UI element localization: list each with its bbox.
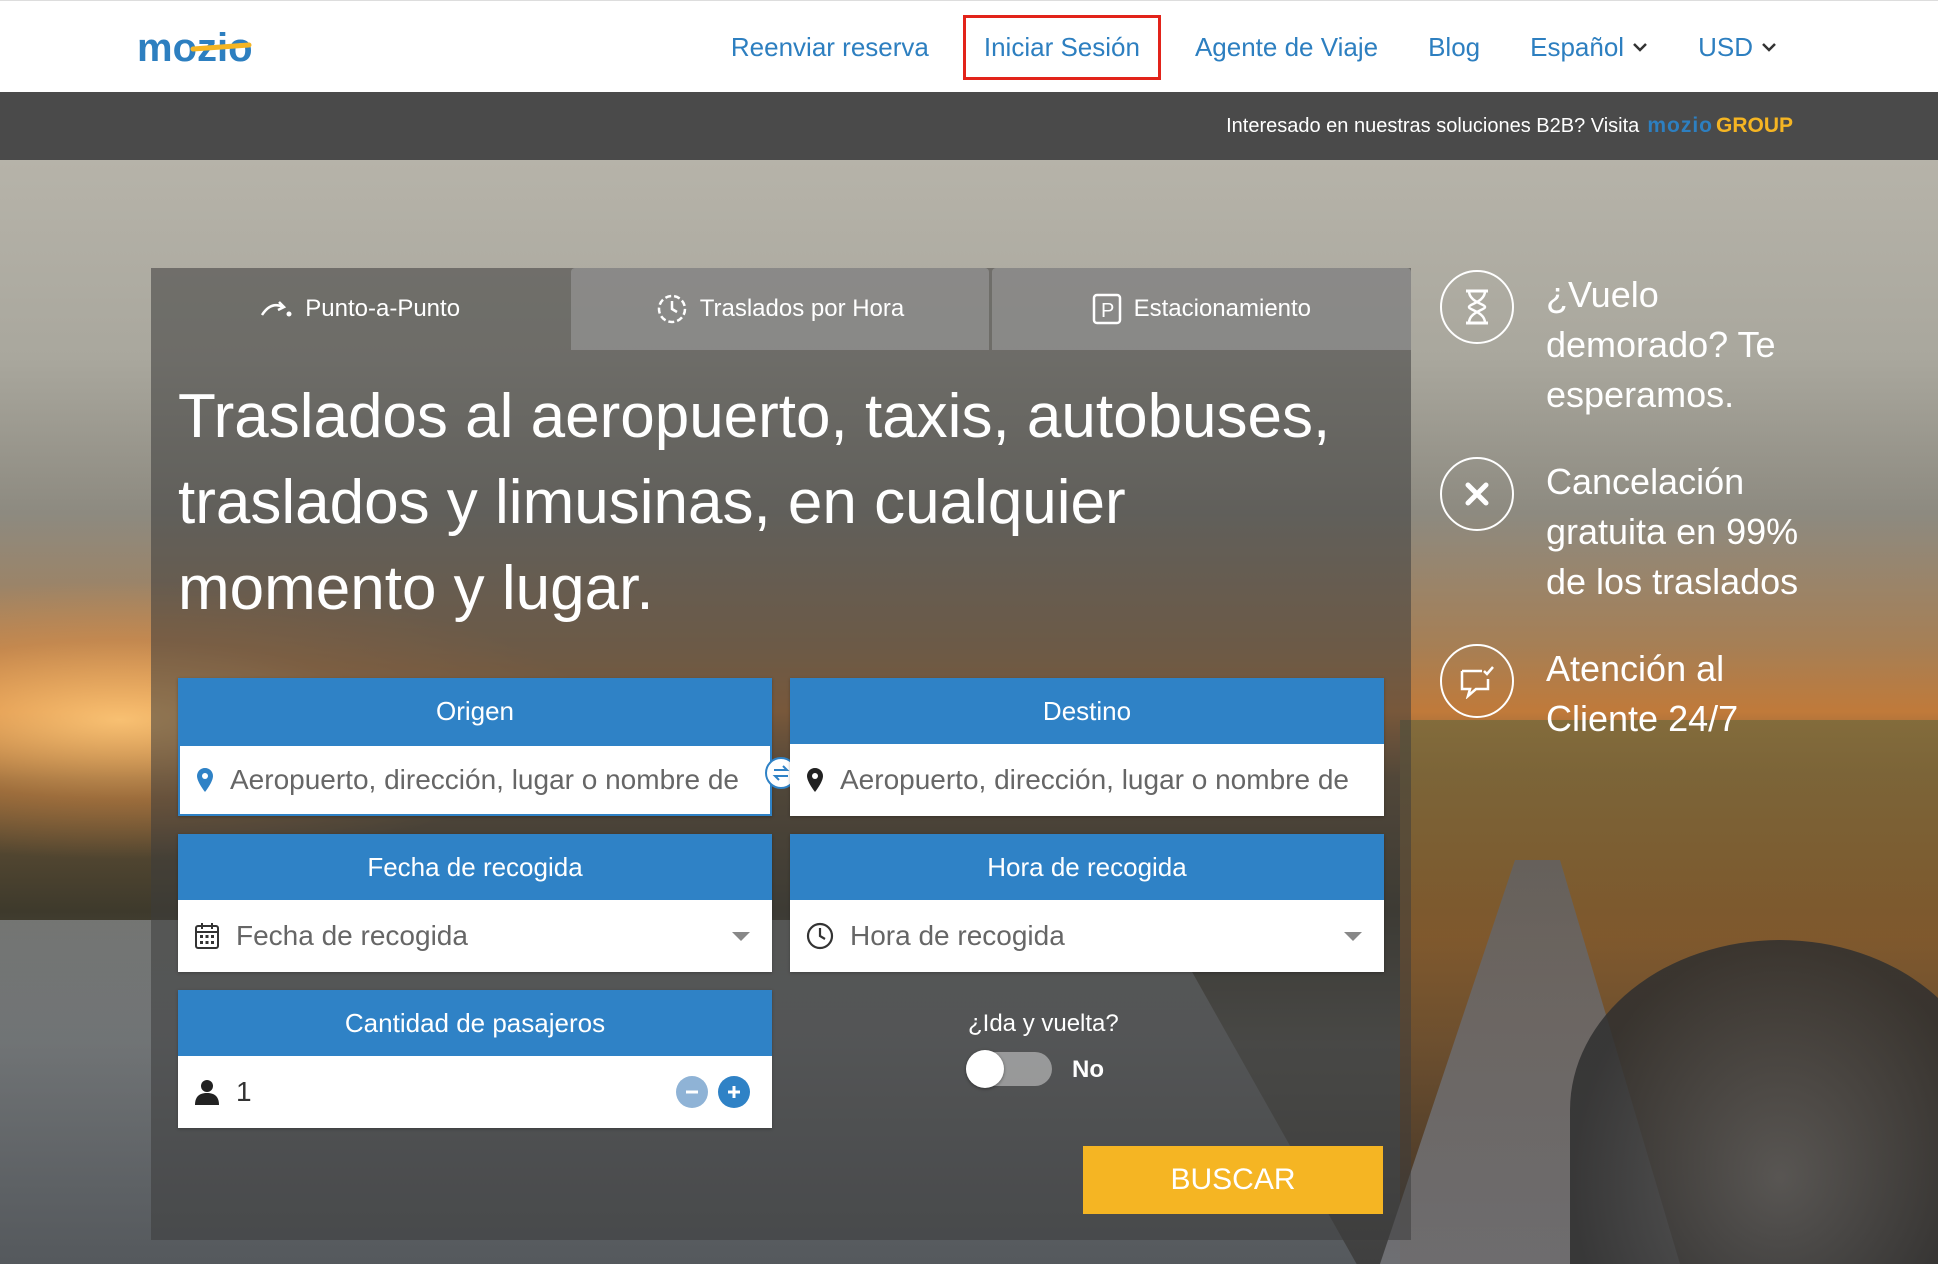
- passengers-input[interactable]: 1: [178, 1056, 772, 1128]
- destination-field-group: Destino Aeropuerto, dirección, lugar o n…: [790, 678, 1384, 816]
- benefit-support: Atención al Cliente 24/7: [1440, 644, 1816, 744]
- top-navbar: mozio Reenviar reserva Iniciar Sesión Ag…: [0, 0, 1938, 92]
- currency-dropdown[interactable]: USD: [1682, 22, 1793, 73]
- pickup-time-label: Hora de recogida: [790, 834, 1384, 900]
- b2b-banner: Interesado en nuestras soluciones B2B? V…: [0, 92, 1938, 160]
- service-tabs: Punto-a-Punto Traslados por Hora P Estac…: [151, 268, 1411, 350]
- destination-input[interactable]: Aeropuerto, dirección, lugar o nombre de: [790, 744, 1384, 816]
- mozio-group-link[interactable]: mozio GROUP: [1647, 114, 1793, 138]
- destination-label: Destino: [790, 678, 1384, 744]
- roundtrip-label: ¿Ida y vuelta?: [968, 1010, 1119, 1037]
- tab-parking[interactable]: P Estacionamiento: [991, 268, 1411, 350]
- minus-button[interactable]: [676, 1076, 708, 1108]
- swap-arrows-icon: [772, 765, 790, 781]
- search-button[interactable]: BUSCAR: [1083, 1146, 1383, 1214]
- chat-check-icon: [1440, 644, 1514, 718]
- chevron-down-icon: [1633, 43, 1647, 52]
- resend-booking-link[interactable]: Reenviar reserva: [715, 22, 945, 73]
- chevron-down-icon: [1762, 43, 1776, 52]
- origin-field-group: Origen Aeropuerto, dirección, lugar o no…: [178, 678, 772, 816]
- pickup-date-select[interactable]: Fecha de recogida: [178, 900, 772, 972]
- benefit-support-text: Atención al Cliente 24/7: [1546, 648, 1739, 739]
- hero-headline: Traslados al aeropuerto, taxis, autobuse…: [178, 382, 1331, 623]
- person-icon: [194, 1078, 220, 1106]
- close-icon: [1440, 457, 1514, 531]
- plus-button[interactable]: [718, 1076, 750, 1108]
- travel-agent-link[interactable]: Agente de Viaje: [1179, 22, 1394, 73]
- parking-icon: P: [1092, 293, 1121, 325]
- pickup-date-label: Fecha de recogida: [178, 834, 772, 900]
- hourglass-icon: [1440, 270, 1514, 344]
- main-nav: Reenviar reserva Iniciar Sesión Agente d…: [697, 1, 1793, 93]
- map-pin-icon: [806, 767, 824, 793]
- mozio-logo[interactable]: mozio: [137, 25, 297, 69]
- passengers-count: 1: [236, 1076, 252, 1107]
- pickup-time-field-group: Hora de recogida Hora de recogida: [790, 834, 1384, 972]
- b2b-text: Interesado en nuestras soluciones B2B? V…: [1226, 114, 1640, 137]
- roundtrip-toggle[interactable]: [966, 1050, 1052, 1088]
- clock-dashed-icon: [657, 294, 686, 324]
- benefit-cancellation: Cancelación gratuita en 99% de los trasl…: [1440, 457, 1816, 607]
- dropdown-caret-icon: [732, 932, 750, 941]
- svg-text:P: P: [1101, 300, 1114, 322]
- clock-icon: [806, 922, 834, 950]
- tab-point-to-point[interactable]: Punto-a-Punto: [151, 268, 568, 350]
- plus-icon: [728, 1086, 740, 1098]
- benefit-delay: ¿Vuelo demorado? Te esperamos.: [1440, 270, 1816, 420]
- passengers-field-group: Cantidad de pasajeros 1: [178, 990, 772, 1128]
- origin-input[interactable]: Aeropuerto, dirección, lugar o nombre de: [178, 744, 772, 816]
- route-arrow-icon: [261, 301, 292, 317]
- map-pin-icon: [196, 767, 214, 793]
- calendar-icon: [194, 922, 220, 950]
- blog-link[interactable]: Blog: [1412, 22, 1496, 73]
- pickup-date-field-group: Fecha de recogida Fecha de recogida: [178, 834, 772, 972]
- tab-hourly[interactable]: Traslados por Hora: [571, 268, 989, 350]
- pickup-time-select[interactable]: Hora de recogida: [790, 900, 1384, 972]
- benefit-cancellation-text: Cancelación gratuita en 99% de los trasl…: [1546, 461, 1799, 602]
- login-link[interactable]: Iniciar Sesión: [962, 14, 1161, 80]
- toggle-knob: [966, 1050, 1004, 1088]
- minus-icon: [686, 1090, 698, 1094]
- benefit-delay-text: ¿Vuelo demorado? Te esperamos.: [1546, 274, 1776, 415]
- roundtrip-state: No: [1072, 1056, 1104, 1083]
- language-dropdown[interactable]: Español: [1514, 22, 1664, 73]
- passengers-label: Cantidad de pasajeros: [178, 990, 772, 1056]
- origin-label: Origen: [178, 678, 772, 744]
- passengers-stepper: [666, 1076, 750, 1108]
- dropdown-caret-icon: [1344, 932, 1362, 941]
